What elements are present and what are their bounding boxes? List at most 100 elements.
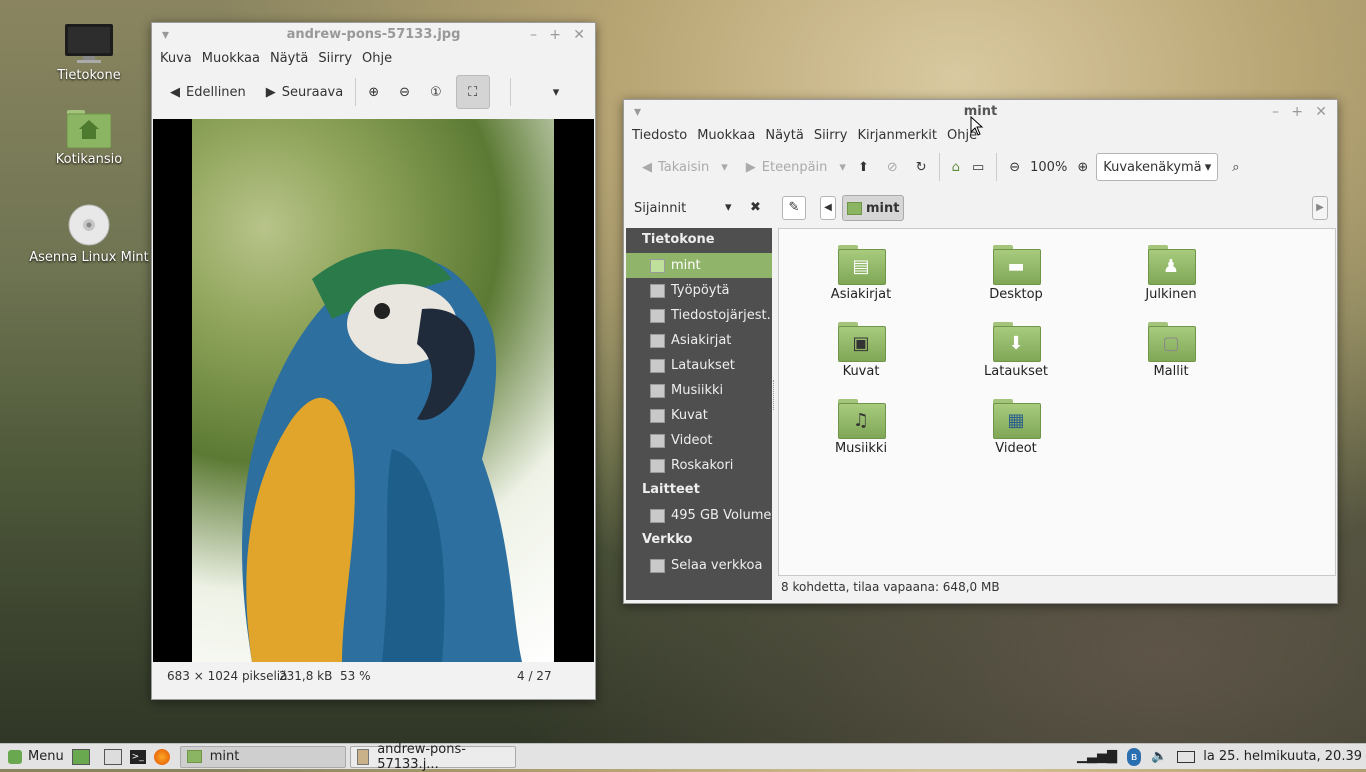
sidebar-item-music[interactable]: Musiikki [626,378,772,403]
menu-nayta[interactable]: Näytä [763,128,811,143]
close-sidebar-icon[interactable]: ✖ [750,200,761,215]
fit-button[interactable]: ⛶ [455,75,490,109]
desktop-icon-home[interactable]: Kotikansio [29,108,149,167]
close-icon[interactable]: ✕ [573,23,585,47]
places-label[interactable]: Sijainnit [634,201,686,216]
computer-button[interactable]: ▭ [966,156,990,179]
forward-button[interactable]: ▶ Eteenpäin ▾ [740,156,852,179]
close-icon[interactable]: ✕ [1315,100,1327,124]
zoom-in-button[interactable]: ⊕ [362,81,385,104]
file-item-kuvat[interactable]: ▣ Kuvat [796,322,926,379]
file-manager-window: ▾ mint – + ✕ Tiedosto Muokkaa Näytä Siir… [623,99,1338,604]
sidebar-item-documents[interactable]: Asiakirjat [626,328,772,353]
music-folder-icon: ♫ [838,399,886,439]
home-button[interactable]: ⌂ [946,156,966,179]
minimize-icon[interactable]: – [1272,100,1279,124]
home-icon: ⌂ [951,159,960,175]
file-item-musiikki[interactable]: ♫ Musiikki [796,399,926,456]
volume-icon[interactable]: 🔈 [1151,749,1167,764]
menu-button[interactable]: Menu [0,749,72,764]
menu-siirry[interactable]: Siirry [812,128,856,143]
sidebar-item-mint[interactable]: mint [626,253,772,278]
reload-button[interactable]: ↻ [910,156,933,179]
sidebar-item-filesystem[interactable]: Tiedostojärjest... [626,303,779,328]
maximize-icon[interactable]: + [549,23,561,47]
pictures-folder-icon [650,408,665,423]
sidebar-heading-devices: Laitteet [642,482,700,497]
show-desktop-icon[interactable] [71,748,90,765]
places-dropdown-icon[interactable]: ▾ [725,200,732,215]
up-button[interactable]: ⬆ [852,156,875,179]
file-item-desktop[interactable]: ▬ Desktop [951,245,1081,302]
bluetooth-icon[interactable]: ʙ [1127,747,1142,766]
image-viewer-icon [356,748,370,765]
edit-location-button[interactable]: ✎ [782,196,806,220]
zoom-out-button[interactable]: ⊖ [393,81,416,104]
mint-logo-icon [8,749,22,764]
fm-icon-view[interactable]: ▤ Asiakirjat ▬ Desktop ♟ Julkinen ▣ Kuva… [778,228,1336,576]
image-area[interactable] [153,119,594,662]
previous-button[interactable]: ◀ Edellinen [164,81,252,104]
disc-icon [68,204,110,246]
fm-statusbar: 8 kohdetta, tilaa vapaana: 648,0 MB [781,580,1000,594]
toolbar-separator [509,78,511,106]
menu-tiedosto[interactable]: Tiedosto [630,128,695,143]
drive-icon [650,308,665,323]
menu-siirry[interactable]: Siirry [316,51,360,66]
zoom-normal-button[interactable]: ① [424,81,448,104]
next-button[interactable]: ▶ Seuraava [260,81,349,104]
maximize-icon[interactable]: + [1291,100,1303,124]
sidebar-item-videos[interactable]: Videot [626,428,772,453]
menu-kirjanmerkit[interactable]: Kirjanmerkit [855,128,945,143]
next-label: Seuraava [281,84,344,100]
menu-muokkaa[interactable]: Muokkaa [695,128,763,143]
file-label: Mallit [1153,364,1189,379]
file-item-lataukset[interactable]: ⬇ Lataukset [951,322,1081,379]
battery-icon[interactable] [1177,750,1196,763]
window-menu-icon[interactable]: ▾ [162,23,169,47]
stop-button[interactable]: ⊘ [881,156,904,179]
more-menu-button[interactable]: ▾ [547,81,566,104]
file-item-mallit[interactable]: ▢ Mallit [1106,322,1236,379]
menu-nayta[interactable]: Näytä [268,51,316,66]
desktop-icon-computer[interactable]: Tietokone [29,24,149,83]
clock[interactable]: la 25. helmikuuta, 20.39 [1203,749,1362,764]
viewer-title: andrew-pons-57133.jpg [286,27,461,42]
sidebar-item-pictures[interactable]: Kuvat [626,403,772,428]
sidebar-item-volume[interactable]: 495 GB Volume [626,503,772,528]
sidebar-item-trash[interactable]: Roskakori [626,453,772,478]
pictures-folder-icon: ▣ [838,322,886,362]
back-button[interactable]: ◀ Takaisin ▾ [636,156,734,179]
path-back-button[interactable]: ◀ [820,196,836,220]
menu-kuva[interactable]: Kuva [158,51,200,66]
terminal-launcher-icon[interactable]: >_ [129,749,146,764]
view-mode-select[interactable]: Kuvakenäkymä ▾ [1096,153,1219,181]
network-signal-icon[interactable]: ▁▃▅▇ [1077,749,1117,764]
firefox-launcher-icon[interactable] [153,748,170,765]
minimize-icon[interactable]: – [530,23,537,47]
viewer-titlebar[interactable]: ▾ andrew-pons-57133.jpg – + ✕ [152,23,595,47]
file-label: Kuvat [842,364,880,379]
menu-ohje[interactable]: Ohje [360,51,400,66]
file-label: Julkinen [1145,287,1197,302]
zoom-out-button[interactable]: ⊖ [1003,156,1026,179]
window-menu-icon[interactable]: ▾ [634,100,641,124]
menu-muokkaa[interactable]: Muokkaa [200,51,268,66]
desktop-icon-install[interactable]: Asenna Linux Mint [29,204,149,265]
reload-icon: ↻ [915,159,927,175]
file-item-asiakirjat[interactable]: ▤ Asiakirjat [796,245,926,302]
files-launcher-icon[interactable] [103,748,122,765]
task-label: andrew-pons-57133.j... [377,741,466,772]
zoom-in-button[interactable]: ⊕ [1071,156,1094,179]
file-item-videot[interactable]: ▦ Videot [951,399,1081,456]
search-button[interactable]: ⌕ [1226,156,1245,179]
task-mint[interactable]: mint [179,745,346,768]
path-forward-button[interactable]: ▶ [1312,196,1328,220]
sidebar-item-browse-network[interactable]: Selaa verkkoa [626,553,772,578]
task-image-viewer[interactable]: andrew-pons-57133.j... [349,742,516,772]
path-crumb-mint[interactable]: mint [842,195,905,221]
zoom-in-icon: ⊕ [1077,159,1089,175]
file-item-julkinen[interactable]: ♟ Julkinen [1106,245,1236,302]
sidebar-item-downloads[interactable]: Lataukset [626,353,772,378]
sidebar-item-desktop[interactable]: Työpöytä [626,278,772,303]
